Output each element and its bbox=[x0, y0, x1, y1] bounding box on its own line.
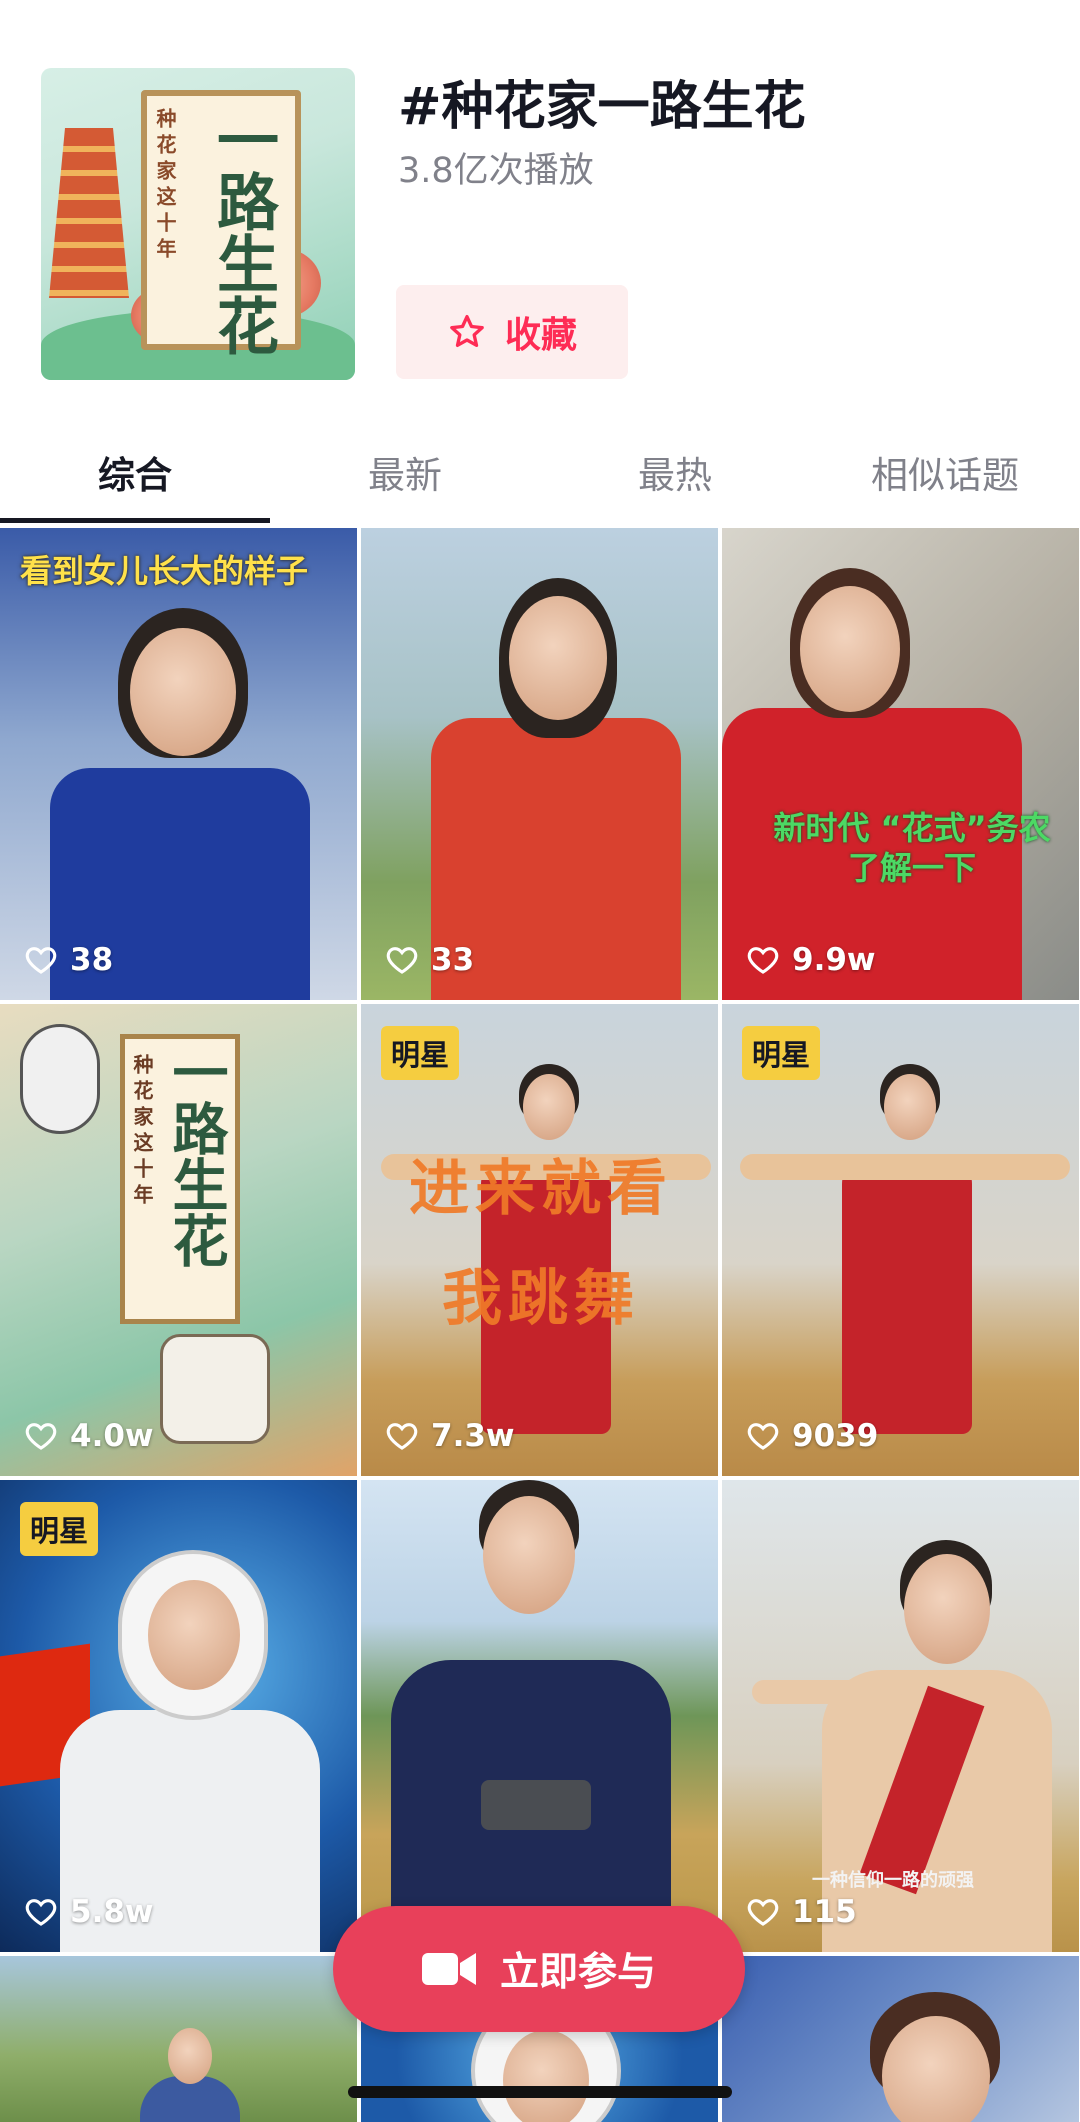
like-count-value: 115 bbox=[792, 1894, 857, 1930]
like-count: 9039 bbox=[746, 1418, 878, 1454]
active-tab-indicator bbox=[0, 518, 270, 523]
favorite-button[interactable]: 收藏 bbox=[396, 285, 628, 379]
like-count: 115 bbox=[746, 1894, 857, 1930]
join-label: 立即参与 bbox=[499, 1950, 656, 1995]
video-card[interactable]: 新时代 “花式”务农 了解一下 9.9w bbox=[722, 528, 1079, 1000]
video-card[interactable] bbox=[0, 1956, 357, 2122]
join-topic-button[interactable]: 立即参与 bbox=[333, 1906, 745, 2032]
video-card[interactable]: 进来就看 我跳舞 明星 7.3w bbox=[361, 1004, 718, 1476]
video-person-face bbox=[503, 2030, 589, 2122]
video-card[interactable]: 明星 5.8w bbox=[0, 1480, 357, 1952]
video-caption: 进来就看 我跳舞 bbox=[409, 1154, 673, 1334]
topic-title: #种花家一路生花 bbox=[398, 77, 806, 137]
video-person-face bbox=[904, 1554, 990, 1664]
drone-controller bbox=[481, 1780, 591, 1830]
heart-outline-icon bbox=[386, 947, 418, 974]
like-count: 7.3w bbox=[385, 1418, 515, 1454]
cover-subtitle: 种花家这十年 bbox=[153, 108, 177, 264]
video-caption: 一种信仰一路的顽强 bbox=[812, 1870, 974, 1891]
video-person-face bbox=[884, 1074, 936, 1140]
video-person-face bbox=[800, 586, 900, 712]
video-camera-icon bbox=[421, 1953, 476, 1985]
play-count: 3.8亿次播放 bbox=[398, 151, 594, 191]
like-count: 38 bbox=[24, 942, 113, 978]
heart-outline-icon bbox=[25, 1899, 57, 1926]
topic-header: 种花家这十年 一路生花 #种花家一路生花 3.8亿次播放 收藏 bbox=[0, 0, 1080, 420]
star-badge: 明星 bbox=[381, 1026, 460, 1080]
heart-outline-icon bbox=[747, 1899, 779, 1926]
video-person-arms bbox=[740, 1154, 1070, 1180]
video-person-face bbox=[168, 2028, 212, 2084]
tab-latest[interactable]: 最新 bbox=[270, 420, 540, 524]
like-count-value: 38 bbox=[70, 942, 114, 978]
video-caption: 新时代 “花式”务农 了解一下 bbox=[773, 809, 1051, 887]
topic-tabs: 综合 最新 最热 相似话题 bbox=[0, 420, 1080, 524]
video-card[interactable] bbox=[722, 1956, 1079, 2122]
video-card[interactable]: 一种信仰一路的顽强 115 bbox=[722, 1480, 1079, 1952]
topic-cover-image[interactable]: 种花家这十年 一路生花 bbox=[41, 68, 355, 380]
video-person-face bbox=[130, 628, 236, 756]
video-person-face bbox=[523, 1074, 575, 1140]
video-card[interactable] bbox=[361, 1480, 718, 1952]
like-count-value: 33 bbox=[431, 942, 475, 978]
heart-outline-icon bbox=[747, 1423, 779, 1450]
like-count-value: 9039 bbox=[792, 1418, 879, 1454]
video-person-face bbox=[483, 1496, 575, 1614]
video-cover-subtitle: 种花家这十年 bbox=[130, 1054, 154, 1210]
heart-outline-icon bbox=[747, 947, 779, 974]
video-card[interactable]: 看到女儿长大的样子 38 bbox=[0, 528, 357, 1000]
video-card[interactable]: 明星 9039 bbox=[722, 1004, 1079, 1476]
video-card[interactable]: 33 bbox=[361, 528, 718, 1000]
video-cover-title: 一路生花 bbox=[163, 1044, 229, 1268]
video-person-face bbox=[148, 1580, 240, 1690]
favorite-label: 收藏 bbox=[504, 315, 577, 356]
like-count-value: 9.9w bbox=[792, 942, 876, 978]
heart-outline-icon bbox=[386, 1423, 418, 1450]
astronaut-illustration bbox=[20, 1024, 100, 1134]
cover-pagoda-illustration bbox=[49, 128, 129, 298]
heart-outline-icon bbox=[25, 1423, 57, 1450]
like-count: 5.8w bbox=[24, 1894, 154, 1930]
star-badge: 明星 bbox=[742, 1026, 821, 1080]
like-count: 9.9w bbox=[746, 942, 876, 978]
like-count: 33 bbox=[385, 942, 474, 978]
star-outline-icon bbox=[450, 315, 484, 347]
horse-illustration bbox=[160, 1334, 270, 1444]
like-count-value: 4.0w bbox=[70, 1418, 154, 1454]
video-person bbox=[842, 1154, 972, 1434]
video-person-arms bbox=[752, 1680, 902, 1704]
tab-hottest[interactable]: 最热 bbox=[540, 420, 810, 524]
heart-outline-icon bbox=[25, 947, 57, 974]
video-caption: 看到女儿长大的样子 bbox=[20, 552, 309, 590]
home-indicator[interactable] bbox=[348, 2086, 732, 2098]
like-count-value: 5.8w bbox=[70, 1894, 154, 1930]
like-count-value: 7.3w bbox=[431, 1418, 515, 1454]
tab-comprehensive[interactable]: 综合 bbox=[0, 420, 270, 524]
like-count: 4.0w bbox=[24, 1418, 154, 1454]
video-person-face bbox=[509, 596, 607, 720]
star-badge: 明星 bbox=[20, 1502, 99, 1556]
tab-similar-topics[interactable]: 相似话题 bbox=[810, 420, 1080, 524]
video-card[interactable]: 种花家这十年 一路生花 4.0w bbox=[0, 1004, 357, 1476]
cover-title: 一路生花 bbox=[206, 108, 279, 356]
